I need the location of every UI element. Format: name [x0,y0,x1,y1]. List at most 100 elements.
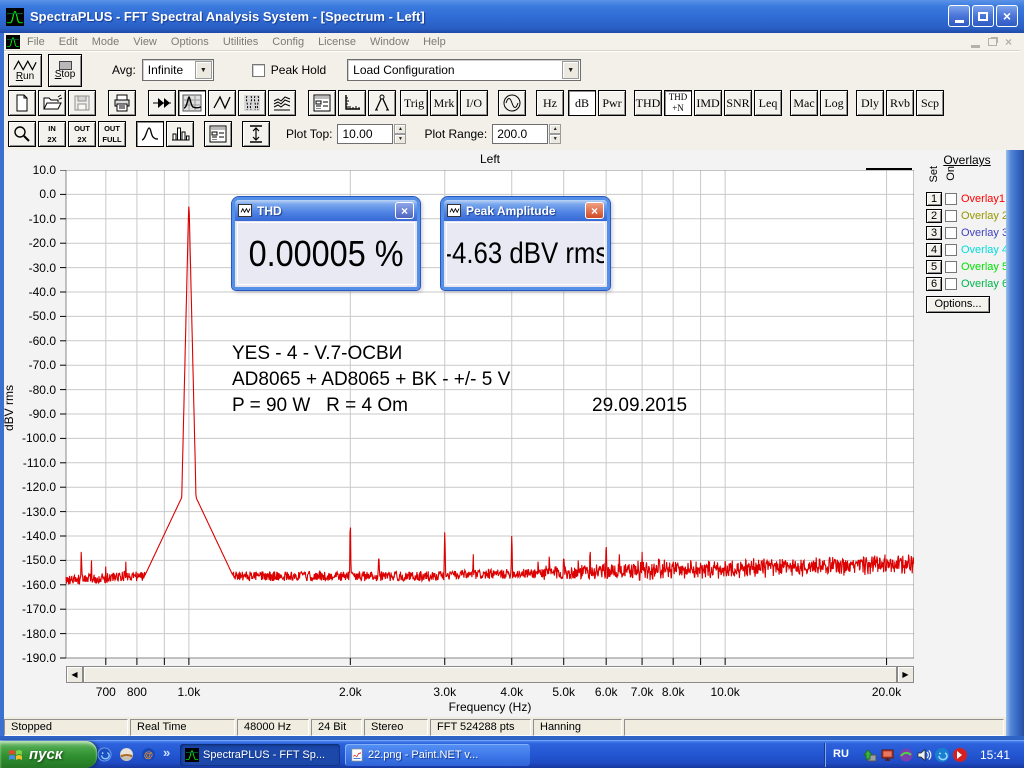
toolbar-thd-button[interactable]: THD [634,90,662,116]
close-button[interactable]: × [996,5,1018,27]
menu-config[interactable]: Config [265,36,311,48]
plot-range-input[interactable] [492,124,548,144]
overlay-5-set-button[interactable]: 5 [926,260,942,274]
toolbar-trigger-button[interactable]: Trig [400,90,428,116]
quicklaunch-globe-icon[interactable] [118,746,135,763]
avg-select[interactable]: Infinite ▼ [142,59,214,81]
toolbar-thd-n-button[interactable]: THD +N [664,90,692,116]
task-paintnet[interactable]: 22.png - Paint.NET v... [345,744,530,766]
overlay-4-on-checkbox[interactable] [945,244,957,256]
scrollbar-thumb[interactable] [83,666,897,683]
maximize-button[interactable] [972,5,994,27]
quicklaunch-messenger-icon[interactable] [96,746,113,763]
quicklaunch-overflow-chevron-icon[interactable]: » [163,745,170,760]
menu-options[interactable]: Options [164,36,216,48]
toolbar-zoom-out-2x-button[interactable]: OUT 2X [68,121,96,147]
overlay-5-on-checkbox[interactable] [945,261,957,273]
overlay-4-set-button[interactable]: 4 [926,243,942,257]
overlay-6-on-checkbox[interactable] [945,278,957,290]
thd-window[interactable]: THD × 0.00005 % [232,197,420,290]
mdi-minimize-icon[interactable] [971,45,980,48]
menu-utilities[interactable]: Utilities [216,36,265,48]
toolbar-octave-view-button[interactable] [166,121,194,147]
spin-up-icon[interactable]: ▲ [549,124,561,134]
toolbar-snr-button[interactable]: SNR [724,90,752,116]
scroll-left-arrow-icon[interactable]: ◀ [66,666,83,683]
toolbar-run-analyzer-button[interactable] [148,90,176,116]
tray-download-manager-icon[interactable] [952,747,968,763]
toolbar-print-button[interactable] [108,90,136,116]
menu-license[interactable]: License [311,36,363,48]
toolbar-scaling-button[interactable] [338,90,366,116]
menu-help[interactable]: Help [416,36,453,48]
stop-button[interactable]: Stop [48,54,82,87]
toolbar-new-button[interactable] [8,90,36,116]
toolbar-time-series-view-button[interactable] [208,90,236,116]
menu-mode[interactable]: Mode [85,36,127,48]
peak-hold-checkbox[interactable] [252,64,265,77]
toolbar-signal-generator-button[interactable] [498,90,526,116]
toolbar-scope-button[interactable]: Scp [916,90,944,116]
toolbar-zoom-button[interactable] [8,121,36,147]
menu-window[interactable]: Window [363,36,416,48]
plot-top-spinner[interactable]: ▲▼ [394,124,406,144]
language-indicator[interactable]: RU [833,748,849,760]
toolbar-pwr-units-button[interactable]: Pwr [598,90,626,116]
menu-file[interactable]: File [20,36,52,48]
toolbar-vertical-scale-button[interactable] [242,121,270,147]
start-button[interactable]: пуск [0,741,97,768]
overlay-1-on-checkbox[interactable] [945,193,957,205]
task-spectraplus[interactable]: SpectraPLUS - FFT Sp... [180,744,340,766]
toolbar-imd-button[interactable]: IMD [694,90,722,116]
minimize-button[interactable] [948,5,970,27]
tray-antivirus-icon[interactable] [898,747,914,763]
load-configuration-select[interactable]: Load Configuration ▼ [347,59,581,81]
toolbar-leq-button[interactable]: Leq [754,90,782,116]
spin-down-icon[interactable]: ▼ [394,134,406,144]
toolbar-delay-button[interactable]: Dly [856,90,884,116]
plot-top-input[interactable] [337,124,393,144]
toolbar-save-button[interactable] [68,90,96,116]
overlay-3-set-button[interactable]: 3 [926,226,942,240]
toolbar-markers-button[interactable]: Mrk [430,90,458,116]
overlay-2-on-checkbox[interactable] [945,210,957,222]
thd-window-titlebar[interactable]: THD × [235,200,417,221]
scroll-right-arrow-icon[interactable]: ▶ [897,666,914,683]
toolbar-surface-view-button[interactable] [268,90,296,116]
toolbar-zoom-out-full-button[interactable]: OUT FULL [98,121,126,147]
load-configuration-dropdown-arrow-icon[interactable]: ▼ [562,61,579,79]
plot-horizontal-scrollbar[interactable]: ◀ ▶ [66,666,914,683]
plot-range-spinner[interactable]: ▲▼ [549,124,561,144]
toolbar-spectrum-view-button[interactable] [178,90,206,116]
peak-amplitude-window[interactable]: Peak Amplitude × -4.63 dBV rms [441,197,610,290]
toolbar-narrowband-view-button[interactable] [136,121,164,147]
toolbar-hz-units-button[interactable]: Hz [536,90,564,116]
taskbar-clock[interactable]: 15:41 [980,748,1010,762]
overlay-2-set-button[interactable]: 2 [926,209,942,223]
run-button[interactable]: Run [8,54,42,87]
toolbar-spectrogram-view-button[interactable] [238,90,266,116]
tray-display-icon[interactable] [880,747,896,763]
mdi-restore-icon[interactable] [988,38,997,46]
toolbar-io-button[interactable]: I/O [460,90,488,116]
tray-volume-icon[interactable] [916,747,932,763]
overlay-1-set-button[interactable]: 1 [926,192,942,206]
menu-edit[interactable]: Edit [52,36,85,48]
toolbar-reverb-button[interactable]: Rvb [886,90,914,116]
peak-window-titlebar[interactable]: Peak Amplitude × [444,200,607,221]
toolbar-macro-button[interactable]: Mac [790,90,818,116]
avg-dropdown-arrow-icon[interactable]: ▼ [195,61,212,79]
toolbar-db-units-button[interactable]: dB [568,90,596,116]
toolbar-calibration-button[interactable] [368,90,396,116]
overlays-title[interactable]: Overlays [924,153,1010,167]
quicklaunch-mail-agent-icon[interactable]: @ [140,746,157,763]
toolbar-zoom-in-2x-button[interactable]: IN 2X [38,121,66,147]
tray-messenger-icon[interactable] [934,747,950,763]
toolbar-display-settings-button[interactable] [204,121,232,147]
spin-down-icon[interactable]: ▼ [549,134,561,144]
thd-close-icon[interactable]: × [395,202,414,219]
menu-view[interactable]: View [126,36,164,48]
toolbar-open-button[interactable] [38,90,66,116]
peak-close-icon[interactable]: × [585,202,604,219]
toolbar-logging-button[interactable]: Log [820,90,848,116]
